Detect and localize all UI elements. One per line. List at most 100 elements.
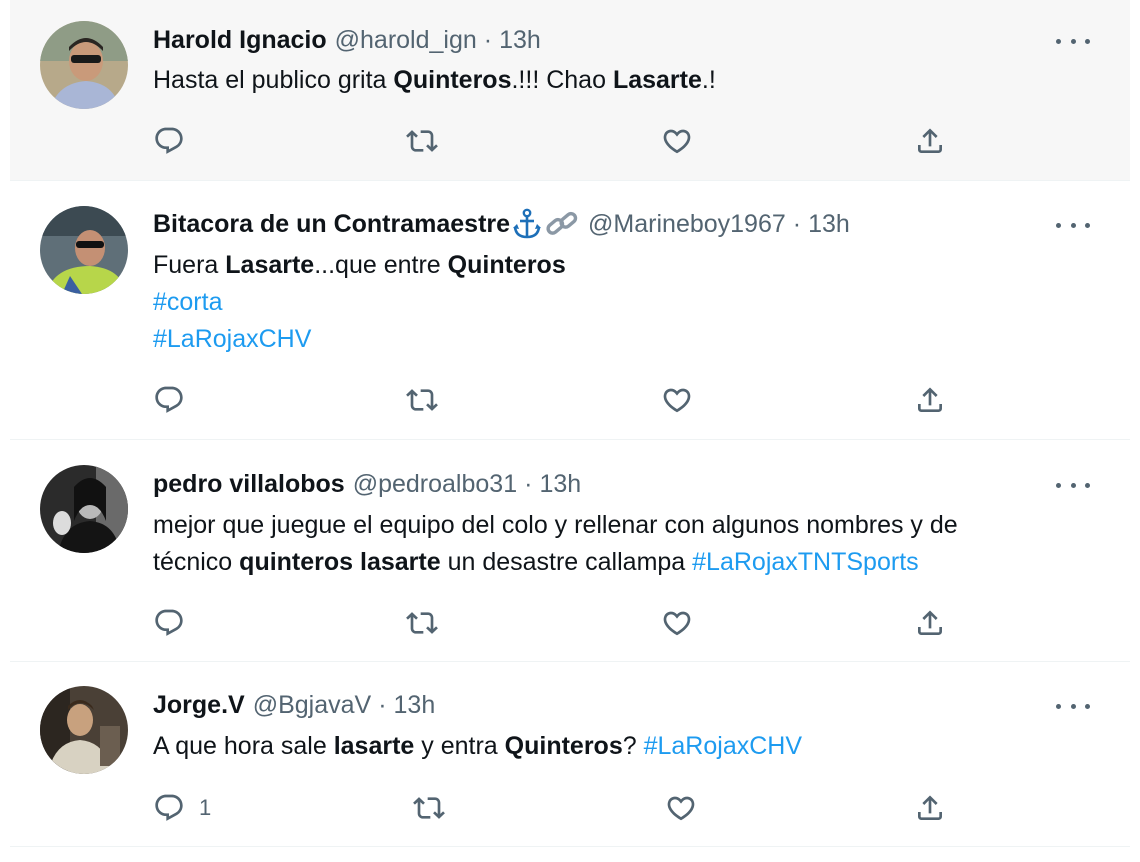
- tweet-actions: [153, 382, 953, 418]
- tweet-text: Hasta el publico grita Quinteros.!!! Cha…: [153, 62, 1073, 99]
- link-icon: [544, 208, 580, 240]
- text-segment: ...que entre: [314, 251, 448, 279]
- user-handle[interactable]: @Marineboy1967: [588, 208, 786, 240]
- like-button[interactable]: [665, 790, 697, 826]
- text-segment: .!!! Chao: [511, 66, 613, 94]
- avatar[interactable]: [40, 21, 128, 109]
- retweet-icon: [413, 792, 445, 824]
- retweet-button[interactable]: [406, 605, 438, 641]
- tweet-header: pedro villalobos @pedroalbo31 · 13h: [153, 468, 581, 500]
- text-segment: un desastre callampa: [440, 548, 693, 576]
- reply-icon: [153, 792, 185, 824]
- tweet[interactable]: Harold Ignacio @harold_ign · 13h Hasta e…: [10, 0, 1130, 181]
- hashtag-link[interactable]: #LaRojaxCHV: [644, 732, 802, 760]
- like-button[interactable]: [661, 605, 693, 641]
- share-button[interactable]: [914, 123, 946, 159]
- tweet-header: Harold Ignacio @harold_ign · 13h: [153, 24, 541, 56]
- avatar[interactable]: [40, 465, 128, 553]
- more-icon[interactable]: [1056, 696, 1090, 716]
- timestamp[interactable]: 13h: [808, 208, 850, 240]
- more-icon[interactable]: [1056, 475, 1090, 495]
- text-line: Fuera Lasarte...que entre Quinteros: [153, 247, 1073, 284]
- timestamp[interactable]: 13h: [499, 24, 541, 56]
- share-button[interactable]: [914, 382, 946, 418]
- display-name[interactable]: Jorge.V: [153, 689, 245, 721]
- user-handle[interactable]: @harold_ign: [335, 24, 477, 56]
- reply-button[interactable]: [153, 382, 185, 418]
- reply-icon: [153, 384, 185, 416]
- tweet-actions: [153, 123, 953, 159]
- separator-dot: ·: [792, 210, 802, 238]
- keyword: Quinteros: [447, 251, 566, 279]
- retweet-icon: [406, 607, 438, 639]
- retweet-button[interactable]: [406, 123, 438, 159]
- tweet[interactable]: pedro villalobos @pedroalbo31 · 13h mejo…: [10, 440, 1130, 662]
- tweet[interactable]: Bitacora de un Contramaestre @Marineboy1…: [10, 181, 1130, 440]
- anchor-icon: [512, 208, 542, 240]
- separator-dot: ·: [378, 691, 387, 719]
- reply-button[interactable]: [153, 123, 185, 159]
- like-icon: [661, 607, 693, 639]
- timestamp[interactable]: 13h: [539, 468, 581, 500]
- text-segment: y entra: [414, 732, 505, 760]
- text-segment: ?: [622, 732, 644, 760]
- reply-count: 1: [199, 795, 212, 820]
- text-segment: .!: [701, 66, 716, 94]
- more-icon[interactable]: [1056, 31, 1090, 51]
- hashtag-link[interactable]: #LaRojaxTNTSports: [692, 548, 918, 576]
- keyword: lasarte: [333, 732, 415, 760]
- more-icon[interactable]: [1056, 215, 1090, 235]
- display-name[interactable]: Harold Ignacio: [153, 24, 327, 56]
- retweet-button[interactable]: [406, 382, 438, 418]
- tweet-text: A que hora sale lasarte y entra Quintero…: [153, 728, 1073, 765]
- text-segment: A que hora sale: [153, 732, 334, 760]
- timestamp[interactable]: 13h: [394, 689, 436, 721]
- user-handle[interactable]: @BgjavaV: [253, 689, 372, 721]
- share-icon: [914, 125, 946, 157]
- tweet-text: Fuera Lasarte...que entre Quinteros #cor…: [153, 247, 1073, 358]
- text-segment: Hasta el publico grita: [153, 66, 394, 94]
- keyword: Lasarte: [612, 66, 702, 94]
- retweet-icon: [406, 384, 438, 416]
- text-line: mejor que juegue el equipo del colo y re…: [153, 511, 958, 539]
- avatar[interactable]: [40, 686, 128, 774]
- tweet-feed: Harold Ignacio @harold_ign · 13h Hasta e…: [0, 0, 1140, 862]
- text-segment: Fuera: [153, 251, 226, 279]
- like-icon: [661, 125, 693, 157]
- share-button[interactable]: [914, 605, 946, 641]
- hashtag-link[interactable]: #corta: [153, 284, 1073, 321]
- tweet-actions: [153, 605, 953, 641]
- user-handle[interactable]: @pedroalbo31: [353, 468, 517, 500]
- keyword: Quinteros: [393, 66, 512, 94]
- share-icon: [914, 607, 946, 639]
- separator-dot: ·: [524, 470, 533, 498]
- display-name[interactable]: Bitacora de un Contramaestre: [153, 208, 510, 240]
- text-line: técnico quinteros lasarte un desastre ca…: [153, 544, 1093, 581]
- reply-button[interactable]: 1: [153, 790, 211, 826]
- share-icon: [914, 792, 946, 824]
- keyword: Lasarte: [225, 251, 315, 279]
- retweet-icon: [406, 125, 438, 157]
- like-icon: [661, 384, 693, 416]
- retweet-button[interactable]: [413, 790, 445, 826]
- like-button[interactable]: [661, 123, 693, 159]
- tweet-header: Jorge.V @BgjavaV · 13h: [153, 689, 435, 721]
- share-icon: [914, 384, 946, 416]
- text-segment: técnico: [153, 548, 240, 576]
- share-button[interactable]: [914, 790, 946, 826]
- reply-icon: [153, 125, 185, 157]
- reply-button[interactable]: [153, 605, 185, 641]
- separator-dot: ·: [483, 26, 493, 54]
- like-icon: [665, 792, 697, 824]
- avatar[interactable]: [40, 206, 128, 294]
- tweet-actions: 1: [153, 790, 953, 826]
- tweet-header: Bitacora de un Contramaestre @Marineboy1…: [153, 208, 850, 240]
- tweet[interactable]: Jorge.V @BgjavaV · 13h A que hora sale l…: [10, 662, 1130, 847]
- like-button[interactable]: [661, 382, 693, 418]
- tweet-text: mejor que juegue el equipo del colo y re…: [153, 507, 1093, 581]
- display-name[interactable]: pedro villalobos: [153, 468, 345, 500]
- keyword: quinteros lasarte: [239, 548, 441, 576]
- keyword: Quinteros: [504, 732, 623, 760]
- hashtag-link[interactable]: #LaRojaxCHV: [153, 321, 1073, 358]
- reply-icon: [153, 607, 185, 639]
